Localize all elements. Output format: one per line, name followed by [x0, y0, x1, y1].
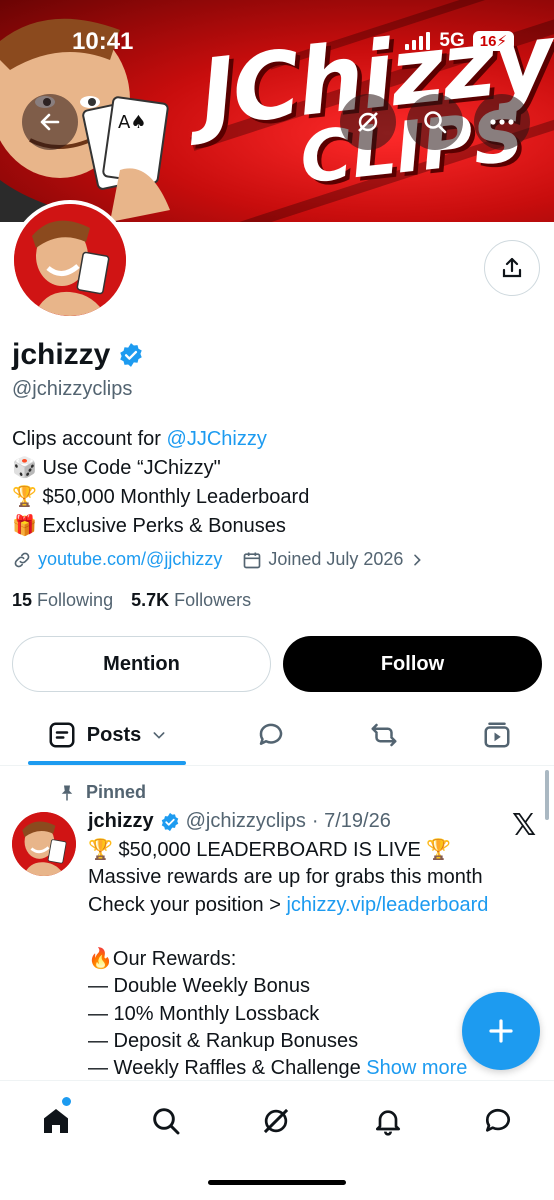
profile-name: jchizzy [12, 338, 144, 372]
link-icon [14, 552, 30, 567]
show-more-link[interactable]: Show more [366, 1057, 467, 1079]
back-button[interactable] [22, 94, 78, 150]
post-line-2: Massive rewards are up for grabs this mo… [88, 866, 483, 889]
status-time: 10:41 [72, 28, 134, 55]
network-label: 5G [439, 30, 465, 51]
profile-meta: youtube.com/@jjchizzy Joined July 2026 [12, 549, 425, 570]
messages-icon [485, 1108, 510, 1132]
grok-button[interactable] [340, 94, 396, 150]
mention-button[interactable]: Mention [12, 636, 271, 692]
home-icon [44, 1109, 68, 1133]
followers-count[interactable]: 5.7K Followers [131, 590, 251, 611]
post-line-5: 🔥Our Rewards: [88, 948, 237, 971]
more-icon [490, 119, 514, 125]
post-text[interactable]: 🏆 $50,000 LEADERBOARD IS LIVE 🏆 Massive … [88, 837, 528, 1083]
chevron-down-icon [153, 732, 165, 739]
calendar-icon [244, 552, 261, 568]
tab-posts-label: Posts [86, 723, 142, 746]
bio-line-4: 🎁 Exclusive Perks & Bonuses [12, 515, 286, 537]
active-tab-indicator [28, 761, 186, 765]
verified-icon[interactable] [118, 342, 144, 368]
following-count[interactable]: 15 Following [12, 590, 113, 611]
scrollbar[interactable] [545, 770, 549, 820]
chevron-right-icon[interactable] [409, 552, 425, 568]
avatar-illustration [14, 204, 126, 316]
nav-grok[interactable] [256, 1101, 296, 1141]
posts-icon [49, 722, 75, 748]
pin-icon [61, 785, 73, 800]
follow-button[interactable]: Follow [283, 636, 542, 692]
reposts-icon [371, 723, 397, 747]
post-avatar-illustration [12, 812, 76, 876]
profile-bio: Clips account for @JJChizzy 🎲 Use Code “… [12, 425, 309, 541]
nav-explore[interactable] [146, 1101, 186, 1141]
post-header: jchizzy @jchizzyclips · 7/19/26 [88, 810, 391, 833]
bio-line-1: Clips account for [12, 428, 167, 450]
nav-home[interactable] [36, 1101, 76, 1141]
tab-reposts[interactable] [367, 718, 401, 752]
grok-icon [263, 1108, 289, 1134]
svg-text:A♠: A♠ [118, 112, 146, 133]
bio-mention-link[interactable]: @JJChizzy [167, 428, 267, 450]
grok-icon [358, 112, 378, 132]
website-link[interactable]: youtube.com/@jjchizzy [38, 549, 222, 570]
display-name: jchizzy [12, 338, 111, 371]
verified-icon [161, 812, 178, 831]
share-button[interactable] [484, 240, 540, 296]
pinned-label: Pinned [58, 782, 146, 803]
status-indicators: 5G 16⚡ [405, 30, 514, 52]
profile-avatar[interactable] [10, 200, 130, 320]
home-indicator[interactable] [208, 1180, 346, 1185]
nav-notifications[interactable] [368, 1101, 408, 1141]
nav-messages[interactable] [478, 1101, 518, 1141]
bio-line-3: 🏆 $50,000 Monthly Leaderboard [12, 486, 310, 508]
profile-handle: @jchizzyclips [12, 378, 133, 400]
compose-button[interactable] [462, 992, 540, 1070]
bio-line-2: 🎲 Use Code “JChizzy" [12, 457, 221, 479]
post-author-name[interactable]: jchizzy [88, 810, 154, 833]
battery-level: 16 [479, 33, 497, 50]
post-line-6: — Double Weekly Bonus [88, 975, 310, 998]
post-line-9: — Weekly Raffles & Challenge Show more [88, 1057, 468, 1080]
post-date: · 7/19/26 [311, 810, 391, 832]
post-line-4 [88, 919, 528, 946]
tab-replies[interactable] [254, 718, 288, 752]
profile-tabs: Posts [0, 704, 554, 766]
compose-icon [489, 1019, 513, 1043]
leaderboard-link[interactable]: jchizzy.vip/leaderboard [286, 894, 488, 916]
joined-date: Joined July 2026 [268, 549, 404, 569]
share-icon [502, 257, 522, 278]
notifications-icon [376, 1110, 400, 1136]
back-arrow-icon [40, 113, 60, 131]
signal-icon [405, 32, 431, 50]
replies-icon [259, 723, 283, 745]
tab-posts[interactable]: Posts [28, 704, 186, 766]
more-button[interactable] [474, 94, 530, 150]
battery-icon: 16⚡ [472, 31, 514, 51]
post-author-handle: @jchizzyclips [185, 810, 306, 832]
media-icon [484, 722, 510, 748]
post-line-1: 🏆 $50,000 LEADERBOARD IS LIVE 🏆 [88, 839, 452, 861]
pinned-text: Pinned [86, 782, 147, 802]
tab-media[interactable] [480, 718, 514, 752]
follow-counts: 15 Following 5.7K Followers [12, 590, 251, 611]
explore-icon [153, 1108, 180, 1135]
post-line-3: Check your position > jchizzy.vip/leader… [88, 893, 489, 916]
post-avatar[interactable] [12, 812, 76, 876]
search-icon [424, 111, 447, 134]
home-notification-dot [62, 1097, 71, 1106]
search-button[interactable] [407, 94, 463, 150]
